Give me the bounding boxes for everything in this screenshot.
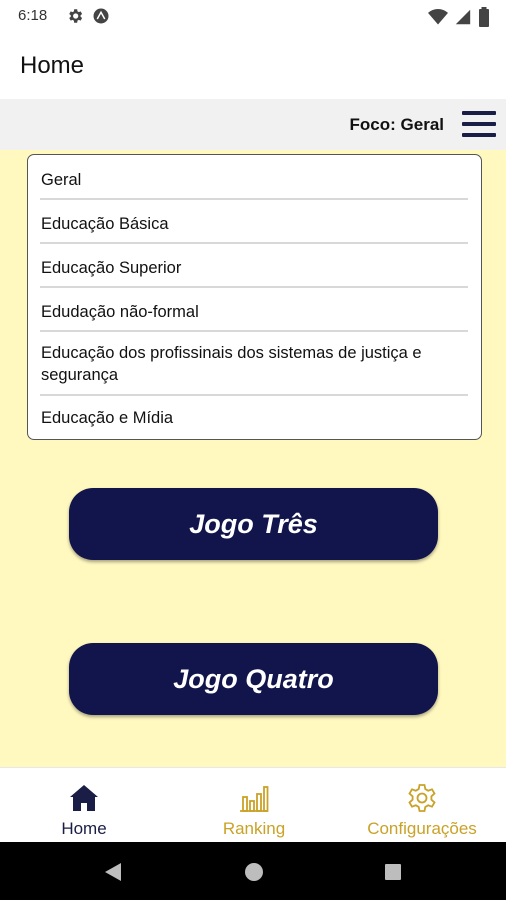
status-bar: 6:18 (0, 0, 506, 32)
status-icons (428, 7, 490, 27)
status-time: 6:18 (18, 7, 48, 24)
system-nav-bar (0, 842, 506, 900)
bottom-nav: Home Ranking Configurações (0, 767, 506, 842)
nav-item-ranking[interactable]: Ranking (204, 768, 304, 843)
dropdown-item-educacao-midia[interactable]: Educação e Mídia (40, 404, 468, 434)
focus-label: Foco: Geral (349, 115, 444, 134)
focus-dropdown: Geral Educação Básica Educação Superior … (27, 154, 482, 440)
home-icon (70, 785, 98, 811)
settings-gear-icon (408, 784, 436, 812)
gear-icon (69, 9, 83, 23)
jogo-quatro-button[interactable]: Jogo Quatro (69, 643, 438, 715)
app-bar: Home (0, 32, 506, 99)
battery-icon (479, 7, 489, 27)
nav-label-ranking: Ranking (222, 819, 286, 838)
focus-bar: Foco: Geral (0, 99, 506, 150)
dropdown-item-educacao-superior[interactable]: Educação Superior (40, 252, 468, 288)
dropdown-item-educacao-basica[interactable]: Educação Básica (40, 208, 468, 244)
page-title: Home (20, 52, 85, 79)
dropdown-item-geral[interactable]: Geral (40, 164, 468, 200)
main-content: Geral Educação Básica Educação Superior … (0, 150, 506, 767)
back-icon[interactable] (102, 861, 124, 883)
dropdown-item-educacao-profissionais[interactable]: Educação dos profissinais dos sistemas d… (40, 340, 468, 396)
home-circle-icon[interactable] (243, 861, 265, 883)
wifi-icon (428, 9, 448, 25)
nav-label-configuracoes: Configurações (367, 819, 477, 838)
android-icon (93, 8, 109, 24)
jogo-tres-button[interactable]: Jogo Três (69, 488, 438, 560)
nav-label-home: Home (61, 819, 107, 838)
nav-item-home[interactable]: Home (44, 768, 124, 843)
recents-square-icon[interactable] (384, 863, 402, 881)
dropdown-item-educacao-nao-formal[interactable]: Edudação não-formal (40, 296, 468, 332)
signal-icon (455, 9, 471, 25)
nav-item-configuracoes[interactable]: Configurações (352, 768, 492, 843)
bar-chart-icon (240, 786, 269, 812)
hamburger-menu-icon[interactable] (462, 108, 498, 142)
